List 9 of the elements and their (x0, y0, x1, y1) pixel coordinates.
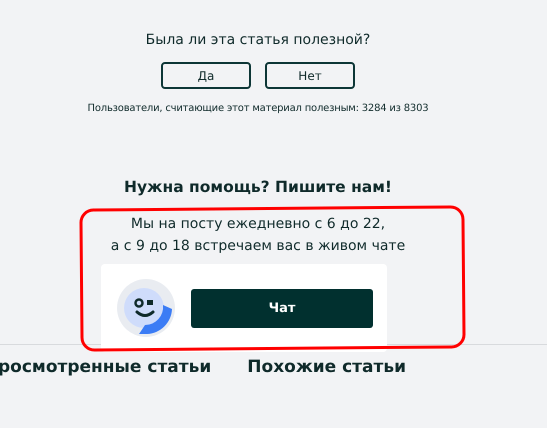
help-heading: Нужна помощь? Пишите нам! (124, 177, 392, 197)
feedback-question: Была ли эта статья полезной? (146, 31, 370, 50)
chat-button[interactable]: Чат (191, 288, 373, 328)
help-hours: Мы на посту ежедневно с 6 до 22, а с 9 до 18 встречаем вас в живом чате (110, 215, 406, 256)
chatbot-avatar-icon (117, 279, 175, 337)
helpful-stats: Пользователи, считающие этот материал полезным: 3284 из 8303 (88, 103, 428, 114)
yes-button[interactable]: Да (161, 62, 251, 89)
no-button[interactable]: Нет (265, 62, 355, 89)
section-tab[interactable]: Похожие статьи (247, 356, 406, 384)
